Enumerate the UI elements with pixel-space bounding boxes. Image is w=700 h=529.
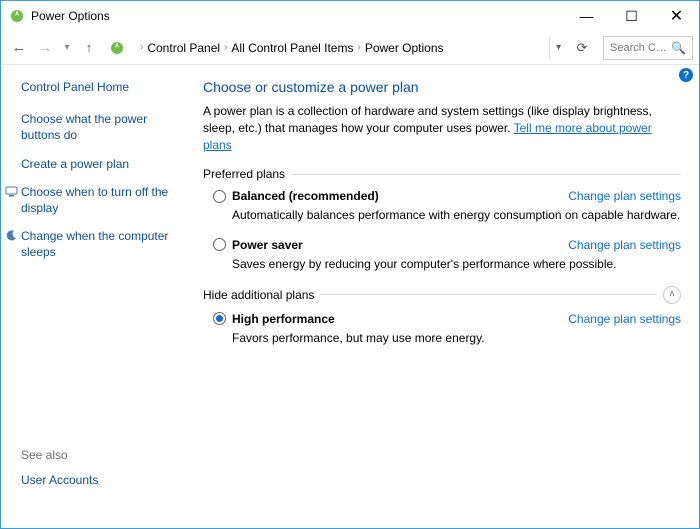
help-icon[interactable]: ? bbox=[679, 68, 693, 82]
search-placeholder: Search Co... bbox=[610, 42, 667, 54]
plan-balanced: Balanced (recommended) Change plan setti… bbox=[213, 189, 681, 223]
radio-high-performance[interactable] bbox=[213, 312, 226, 325]
chevron-right-icon: › bbox=[140, 42, 143, 53]
minimize-button[interactable]: — bbox=[564, 1, 609, 31]
change-plan-settings-link[interactable]: Change plan settings bbox=[568, 312, 681, 326]
sidebar-link-power-buttons[interactable]: Choose what the power buttons do bbox=[21, 111, 179, 143]
change-plan-settings-link[interactable]: Change plan settings bbox=[568, 189, 681, 203]
plan-desc: Automatically balances performance with … bbox=[232, 207, 681, 223]
collapse-icon[interactable]: ˄ bbox=[663, 286, 681, 304]
radio-power-saver[interactable] bbox=[213, 238, 226, 251]
hide-additional-row: Hide additional plans ˄ bbox=[203, 286, 681, 304]
see-also-user-accounts[interactable]: User Accounts bbox=[21, 472, 179, 488]
refresh-button[interactable]: ⟳ bbox=[569, 36, 595, 60]
history-dropdown[interactable]: ▾ bbox=[59, 36, 75, 60]
sidebar-link-display-off[interactable]: Choose when to turn off the display bbox=[21, 184, 179, 216]
chevron-right-icon: › bbox=[357, 42, 360, 53]
plan-high-performance: High performance Change plan settings Fa… bbox=[213, 312, 681, 346]
see-also-label: See also bbox=[21, 448, 179, 462]
plan-name[interactable]: High performance bbox=[232, 312, 335, 326]
main-content: ? Choose or customize a power plan A pow… bbox=[189, 65, 699, 528]
plan-desc: Saves energy by reducing your computer's… bbox=[232, 256, 681, 272]
sidebar-link-sleep[interactable]: Change when the computer sleeps bbox=[21, 228, 179, 260]
up-button[interactable]: ↑ bbox=[77, 36, 101, 60]
plan-name[interactable]: Power saver bbox=[232, 238, 303, 252]
control-panel-home-link[interactable]: Control Panel Home bbox=[21, 79, 179, 95]
page-title: Choose or customize a power plan bbox=[203, 79, 681, 95]
back-button[interactable]: ← bbox=[7, 36, 31, 60]
sleep-icon bbox=[5, 229, 18, 242]
titlebar: Power Options — ☐ ✕ bbox=[1, 1, 699, 31]
radio-balanced[interactable] bbox=[213, 190, 226, 203]
breadcrumb[interactable]: › Control Panel › All Control Panel Item… bbox=[131, 36, 547, 60]
power-options-icon bbox=[9, 8, 25, 24]
display-icon bbox=[5, 185, 18, 198]
close-button[interactable]: ✕ bbox=[654, 1, 699, 31]
preferred-plans-label: Preferred plans bbox=[203, 167, 681, 181]
sidebar: Control Panel Home Choose what the power… bbox=[1, 65, 189, 528]
forward-button[interactable]: → bbox=[33, 36, 57, 60]
search-icon: 🔍 bbox=[671, 41, 686, 55]
location-icon bbox=[109, 40, 125, 56]
change-plan-settings-link[interactable]: Change plan settings bbox=[568, 238, 681, 252]
chevron-right-icon: › bbox=[224, 42, 227, 53]
address-dropdown[interactable]: ▾ bbox=[549, 36, 567, 60]
hide-additional-label[interactable]: Hide additional plans bbox=[203, 288, 314, 302]
search-input[interactable]: Search Co... 🔍 bbox=[603, 36, 693, 60]
plan-power-saver: Power saver Change plan settings Saves e… bbox=[213, 238, 681, 272]
sidebar-link-create-plan[interactable]: Create a power plan bbox=[21, 156, 179, 172]
window-title: Power Options bbox=[31, 9, 564, 23]
breadcrumb-item[interactable]: Power Options bbox=[365, 41, 444, 55]
intro-text: A power plan is a collection of hardware… bbox=[203, 103, 681, 153]
breadcrumb-item[interactable]: All Control Panel Items bbox=[231, 41, 353, 55]
plan-desc: Favors performance, but may use more ene… bbox=[232, 330, 681, 346]
breadcrumb-item[interactable]: Control Panel bbox=[147, 41, 220, 55]
plan-name[interactable]: Balanced (recommended) bbox=[232, 189, 379, 203]
maximize-button[interactable]: ☐ bbox=[609, 1, 654, 31]
navigation-bar: ← → ▾ ↑ › Control Panel › All Control Pa… bbox=[1, 31, 699, 65]
